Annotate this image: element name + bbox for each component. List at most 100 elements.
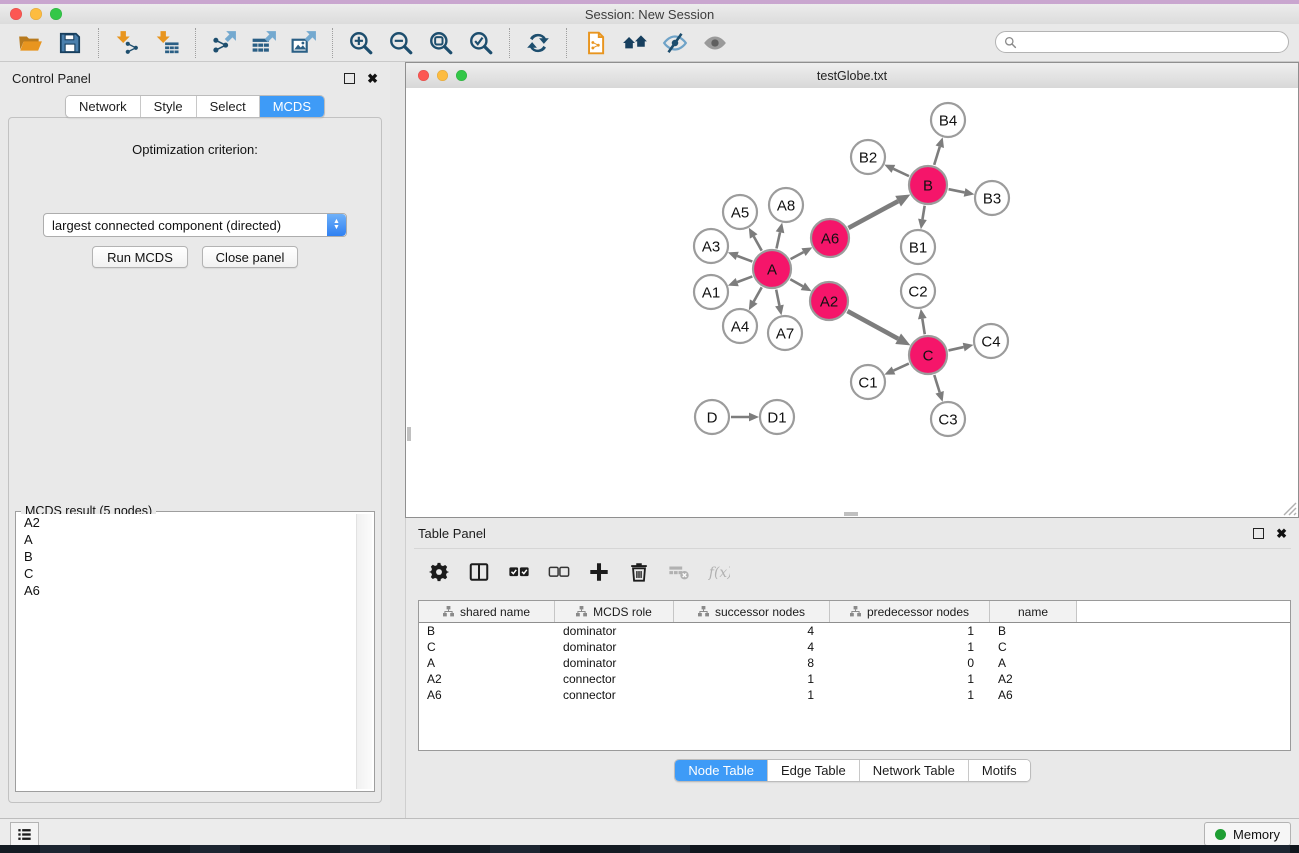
column-header-predecessor-nodes[interactable]: predecessor nodes: [830, 601, 990, 622]
tab-mcds[interactable]: MCDS: [260, 96, 324, 117]
resize-grip-icon[interactable]: [1284, 503, 1296, 515]
node-C4[interactable]: C4: [974, 324, 1008, 358]
table-float-panel-icon[interactable]: [1253, 528, 1264, 539]
edge-A-A7[interactable]: [775, 290, 784, 316]
table-row[interactable]: Cdominator41C: [419, 639, 1290, 655]
node-C2[interactable]: C2: [901, 274, 935, 308]
node-A5[interactable]: A5: [723, 195, 757, 229]
node-A[interactable]: A: [753, 250, 791, 288]
tab-network-table[interactable]: Network Table: [860, 760, 969, 781]
edge-B-B4[interactable]: [934, 137, 944, 165]
node-C[interactable]: C: [909, 336, 947, 374]
open-folder-icon[interactable]: [15, 28, 45, 58]
gear-icon[interactable]: [426, 559, 452, 585]
mcds-list-scrollbar[interactable]: [356, 514, 372, 789]
node-A6[interactable]: A6: [811, 219, 849, 257]
unselect-all-icon[interactable]: [546, 559, 572, 585]
eye-slash-icon[interactable]: [660, 28, 690, 58]
node-B1[interactable]: B1: [901, 230, 935, 264]
houses-icon[interactable]: [620, 28, 650, 58]
node-A1[interactable]: A1: [694, 275, 728, 309]
document-share-icon[interactable]: [580, 28, 610, 58]
edge-A6-B[interactable]: [848, 195, 910, 228]
edge-A-A5[interactable]: [749, 228, 762, 251]
table-row[interactable]: Bdominator41B: [419, 623, 1290, 639]
node-A3[interactable]: A3: [694, 229, 728, 263]
node-D1[interactable]: D1: [760, 400, 794, 434]
node-C3[interactable]: C3: [931, 402, 965, 436]
node-D[interactable]: D: [695, 400, 729, 434]
add-icon[interactable]: [586, 559, 612, 585]
network-canvas[interactable]: B4 B2 B B3 A5 A8A6 B1 A3 A A1 C2 A2 A4 A7 C4 C C1 C3 D D1: [406, 88, 1298, 517]
eye-icon[interactable]: [700, 28, 730, 58]
column-header-successor-nodes[interactable]: successor nodes: [674, 601, 830, 622]
search-field[interactable]: [995, 31, 1289, 53]
export-table-icon[interactable]: [249, 28, 279, 58]
mcds-result-item[interactable]: C: [18, 565, 372, 582]
zoom-fit-icon[interactable]: [426, 28, 456, 58]
import-table-icon[interactable]: [152, 28, 182, 58]
run-mcds-button[interactable]: Run MCDS: [92, 246, 188, 268]
memory-button[interactable]: Memory: [1204, 822, 1291, 846]
edge-A-A6[interactable]: [791, 247, 813, 259]
column-header-shared-name[interactable]: shared name: [419, 601, 555, 622]
node-B[interactable]: B: [909, 166, 947, 204]
edge-C-C2[interactable]: [918, 309, 927, 334]
task-history-button[interactable]: [10, 822, 39, 847]
close-panel-icon[interactable]: ✖: [367, 74, 378, 84]
select-all-icon[interactable]: [506, 559, 532, 585]
horizontal-scroll-indicator[interactable]: [844, 512, 858, 516]
node-B4[interactable]: B4: [931, 103, 965, 137]
node-A8[interactable]: A8: [769, 188, 803, 222]
edge-C-C3[interactable]: [934, 375, 944, 402]
search-input[interactable]: [1022, 34, 1280, 51]
node-A7[interactable]: A7: [768, 316, 802, 350]
tab-select[interactable]: Select: [197, 96, 260, 117]
export-image-icon[interactable]: [289, 28, 319, 58]
close-panel-button[interactable]: Close panel: [202, 246, 298, 268]
edge-A-A2[interactable]: [790, 279, 811, 291]
table-row[interactable]: A6connector11A6: [419, 687, 1290, 703]
import-network-icon[interactable]: [112, 28, 142, 58]
mcds-result-item[interactable]: A6: [18, 582, 372, 599]
network-window-titlebar[interactable]: testGlobe.txt: [406, 63, 1298, 89]
columns-icon[interactable]: [466, 559, 492, 585]
mcds-result-item[interactable]: A2: [18, 514, 372, 531]
trash-icon[interactable]: [626, 559, 652, 585]
edge-A2-C[interactable]: [847, 311, 910, 345]
optimization-criterion-dropdown[interactable]: largest connected component (directed) ▲…: [43, 213, 347, 237]
tab-edge-table[interactable]: Edge Table: [768, 760, 860, 781]
node-C1[interactable]: C1: [851, 365, 885, 399]
edge-B-B3[interactable]: [949, 188, 975, 197]
edge-A-A1[interactable]: [728, 276, 753, 286]
node-B2[interactable]: B2: [851, 140, 885, 174]
zoom-selected-icon[interactable]: [466, 28, 496, 58]
save-icon[interactable]: [55, 28, 85, 58]
column-header-name[interactable]: name: [990, 601, 1077, 622]
tab-network[interactable]: Network: [66, 96, 141, 117]
edge-B-B1[interactable]: [918, 206, 927, 229]
edge-B-B2[interactable]: [884, 165, 909, 177]
mcds-result-item[interactable]: A: [18, 531, 372, 548]
refresh-icon[interactable]: [523, 28, 553, 58]
float-panel-icon[interactable]: [344, 73, 355, 84]
edge-A-A3[interactable]: [728, 252, 753, 262]
table-row[interactable]: Adominator80A: [419, 655, 1290, 671]
mcds-result-item[interactable]: B: [18, 548, 372, 565]
tab-motifs[interactable]: Motifs: [969, 760, 1030, 781]
node-B3[interactable]: B3: [975, 181, 1009, 215]
table-row[interactable]: A2connector11A2: [419, 671, 1290, 687]
vertical-scroll-indicator[interactable]: [407, 427, 411, 441]
export-network-icon[interactable]: [209, 28, 239, 58]
edge-A-A8[interactable]: [776, 223, 785, 249]
edge-A-A4[interactable]: [749, 287, 762, 310]
edge-D-D1[interactable]: [731, 413, 759, 422]
table-close-panel-icon[interactable]: ✖: [1276, 529, 1287, 539]
mcds-result-list[interactable]: A2ABCA6: [18, 514, 372, 789]
column-header-MCDS-role[interactable]: MCDS role: [555, 601, 674, 622]
tab-style[interactable]: Style: [141, 96, 197, 117]
node-A2[interactable]: A2: [810, 282, 848, 320]
edge-C-C4[interactable]: [948, 343, 973, 352]
zoom-in-icon[interactable]: [346, 28, 376, 58]
node-A4[interactable]: A4: [723, 309, 757, 343]
